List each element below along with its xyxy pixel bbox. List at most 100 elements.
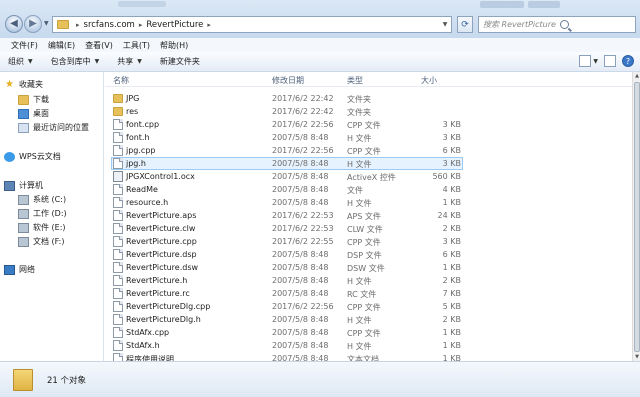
breadcrumb-item[interactable]: srcfans.com bbox=[84, 20, 135, 30]
file-modified: 2007/5/8 8:48 bbox=[272, 289, 329, 298]
nav-downloads[interactable]: 下载 bbox=[18, 94, 49, 105]
view-options-icon[interactable] bbox=[579, 55, 592, 67]
nav-label: 最近访问的位置 bbox=[33, 123, 89, 132]
network-icon bbox=[4, 264, 15, 275]
nav-wps-cloud[interactable]: WPS云文档 bbox=[4, 151, 61, 162]
file-modified: 2017/6/2 22:53 bbox=[272, 211, 334, 220]
file-name: font.cpp bbox=[126, 120, 160, 129]
nav-drive-f[interactable]: 文档 (F:) bbox=[18, 236, 64, 247]
address-bar[interactable]: ▸ srcfans.com ▸ RevertPicture ▸ ▼ bbox=[52, 16, 452, 33]
table-row[interactable]: RevertPictureDlg.h 2007/5/8 8:48 H 文件 2 KB bbox=[105, 313, 465, 326]
breadcrumb-item[interactable]: RevertPicture bbox=[146, 20, 203, 30]
nav-drive-e[interactable]: 软件 (E:) bbox=[18, 222, 66, 233]
table-row[interactable]: RevertPictureDlg.cpp 2017/6/2 22:56 CPP 文件… bbox=[105, 300, 465, 313]
chevron-down-icon[interactable]: ▼ bbox=[593, 58, 598, 65]
table-row[interactable]: JPGXControl1.ocx 2007/5/8 8:48 ActiveX 控件 5… bbox=[105, 170, 465, 183]
nav-label: 收藏夹 bbox=[19, 80, 43, 89]
file-modified: 2017/6/2 22:56 bbox=[272, 120, 334, 129]
new-folder-button[interactable]: 新建文件夹 bbox=[160, 56, 200, 67]
include-in-library-button[interactable]: 包含到库中 ▼ bbox=[51, 56, 100, 67]
table-row[interactable]: StdAfx.h 2007/5/8 8:48 H 文件 1 KB bbox=[105, 339, 465, 352]
column-header-size[interactable]: 大小 bbox=[421, 75, 437, 86]
table-row[interactable]: RevertPicture.clw 2017/6/2 22:53 CLW 文件 2 K… bbox=[105, 222, 465, 235]
nav-label: 桌面 bbox=[33, 109, 49, 118]
file-type: 文件夹 bbox=[347, 95, 371, 104]
organize-button[interactable]: 组织 ▼ bbox=[8, 56, 33, 67]
nav-recent-places[interactable]: 最近访问的位置 bbox=[18, 122, 89, 133]
computer-icon bbox=[4, 180, 15, 191]
back-button[interactable]: ◀ bbox=[5, 15, 23, 33]
table-row[interactable]: font.h 2007/5/8 8:48 H 文件 3 KB bbox=[105, 131, 465, 144]
file-icon bbox=[113, 184, 123, 195]
scrollbar-thumb[interactable] bbox=[634, 82, 640, 352]
preview-pane-icon[interactable] bbox=[604, 55, 616, 67]
menu-view[interactable]: 查看(V) bbox=[80, 40, 118, 51]
table-row[interactable]: res 2017/6/2 22:42 文件夹 bbox=[105, 105, 465, 118]
file-name: RevertPicture.rc bbox=[126, 289, 190, 298]
file-name: res bbox=[126, 107, 139, 116]
file-type: RC 文件 bbox=[347, 290, 377, 299]
table-row[interactable]: resource.h 2007/5/8 8:48 H 文件 1 KB bbox=[105, 196, 465, 209]
file-size: 24 KB bbox=[437, 211, 461, 220]
file-type: 文件夹 bbox=[347, 108, 371, 117]
folder-icon bbox=[57, 20, 69, 29]
help-icon[interactable]: ? bbox=[622, 55, 634, 67]
table-row[interactable]: RevertPicture.dsw 2007/5/8 8:48 DSW 文件 1 KB bbox=[105, 261, 465, 274]
scroll-up-icon[interactable]: ▲ bbox=[633, 73, 640, 79]
file-list: 名称 修改日期 类型 大小 JPG 2017/6/2 22:42 文件夹 res 201… bbox=[105, 72, 632, 364]
chevron-right-icon[interactable]: ▸ bbox=[139, 21, 143, 29]
table-row[interactable]: StdAfx.cpp 2007/5/8 8:48 CPP 文件 1 KB bbox=[105, 326, 465, 339]
chevron-down-icon[interactable]: ▼ bbox=[439, 21, 451, 28]
recent-pages-dropdown[interactable]: ▼ bbox=[44, 20, 49, 27]
nav-desktop[interactable]: 桌面 bbox=[18, 108, 49, 119]
vertical-scrollbar[interactable]: ▲ ▼ bbox=[632, 72, 640, 361]
menu-edit[interactable]: 编辑(E) bbox=[43, 40, 80, 51]
nav-label: 软件 (E:) bbox=[33, 223, 66, 232]
chevron-right-icon[interactable]: ▸ bbox=[207, 21, 211, 29]
nav-network[interactable]: 网络 bbox=[4, 264, 35, 275]
file-icon bbox=[113, 145, 123, 156]
column-header-modified[interactable]: 修改日期 bbox=[272, 75, 304, 86]
nav-favorites[interactable]: ★ 收藏夹 bbox=[4, 79, 43, 90]
nav-label: 系统 (C:) bbox=[33, 195, 67, 204]
search-input[interactable]: 搜索 RevertPicture bbox=[478, 16, 636, 33]
file-icon bbox=[113, 288, 123, 299]
file-name: font.h bbox=[126, 133, 150, 142]
table-row[interactable]: RevertPicture.h 2007/5/8 8:48 H 文件 2 KB bbox=[105, 274, 465, 287]
nav-label: 下载 bbox=[33, 95, 49, 104]
folder-icon bbox=[113, 107, 123, 116]
table-row[interactable]: jpg.cpp 2017/6/2 22:56 CPP 文件 6 KB bbox=[105, 144, 465, 157]
file-modified: 2007/5/8 8:48 bbox=[272, 328, 329, 337]
desktop-icon bbox=[18, 108, 29, 119]
file-size: 1 KB bbox=[442, 263, 461, 272]
forward-button[interactable]: ▶ bbox=[24, 15, 42, 33]
table-row[interactable]: RevertPicture.cpp 2017/6/2 22:55 CPP 文件 3 K… bbox=[105, 235, 465, 248]
table-row[interactable]: jpg.h 2007/5/8 8:48 H 文件 3 KB bbox=[105, 157, 465, 170]
table-row[interactable]: ReadMe 2007/5/8 8:48 文件 4 KB bbox=[105, 183, 465, 196]
nav-label: 文档 (F:) bbox=[33, 237, 65, 246]
menu-file[interactable]: 文件(F) bbox=[6, 40, 43, 51]
scroll-down-icon[interactable]: ▼ bbox=[633, 354, 640, 360]
table-row[interactable]: font.cpp 2017/6/2 22:56 CPP 文件 3 KB bbox=[105, 118, 465, 131]
file-modified: 2017/6/2 22:56 bbox=[272, 146, 334, 155]
column-header-name[interactable]: 名称 bbox=[113, 75, 129, 86]
nav-drive-d[interactable]: 工作 (D:) bbox=[18, 208, 67, 219]
menu-help[interactable]: 帮助(H) bbox=[155, 40, 193, 51]
table-row[interactable]: RevertPicture.rc 2007/5/8 8:48 RC 文件 7 KB bbox=[105, 287, 465, 300]
folder-icon bbox=[13, 368, 33, 391]
file-size: 2 KB bbox=[442, 276, 461, 285]
file-size: 4 KB bbox=[442, 185, 461, 194]
file-size: 2 KB bbox=[442, 224, 461, 233]
menu-tools[interactable]: 工具(T) bbox=[118, 40, 155, 51]
column-header-type[interactable]: 类型 bbox=[347, 75, 363, 86]
nav-computer[interactable]: 计算机 bbox=[4, 180, 43, 191]
table-row[interactable]: RevertPicture.dsp 2007/5/8 8:48 DSP 文件 6 KB bbox=[105, 248, 465, 261]
share-button[interactable]: 共享 ▼ bbox=[117, 56, 142, 67]
table-row[interactable]: JPG 2017/6/2 22:42 文件夹 bbox=[105, 92, 465, 105]
refresh-button[interactable]: ⟳ bbox=[457, 16, 473, 33]
title-blur bbox=[118, 1, 166, 7]
nav-drive-c[interactable]: 系统 (C:) bbox=[18, 194, 66, 205]
table-row[interactable]: RevertPicture.aps 2017/6/2 22:53 APS 文件 24 … bbox=[105, 209, 465, 222]
star-icon: ★ bbox=[5, 78, 14, 90]
file-type: CPP 文件 bbox=[347, 238, 381, 247]
